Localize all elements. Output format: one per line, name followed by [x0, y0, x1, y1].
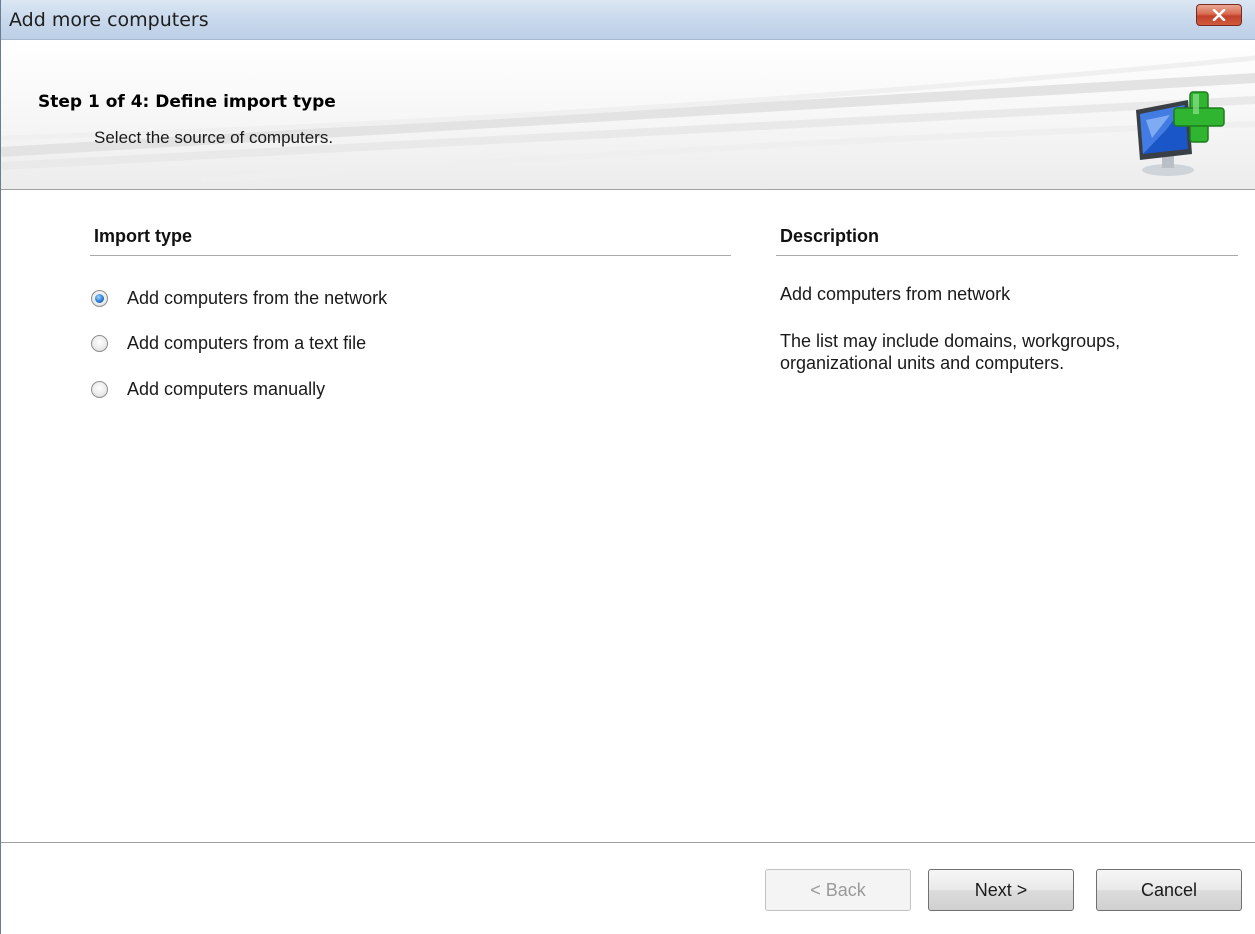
close-button[interactable] [1196, 4, 1242, 26]
window-title: Add more computers [9, 9, 209, 31]
close-x-icon [1212, 9, 1226, 21]
radio-option-manual[interactable]: Add computers manually [91, 377, 325, 401]
import-type-divider [90, 255, 731, 256]
import-type-heading: Import type [94, 226, 193, 246]
description-title: Add computers from network [780, 284, 1011, 304]
cancel-button[interactable]: Cancel [1096, 869, 1242, 911]
radio-option-text-file[interactable]: Add computers from a text file [91, 331, 366, 355]
step-subtitle: Select the source of computers. [94, 128, 334, 147]
title-bar: Add more computers [1, 0, 1255, 40]
radio-selected-dot [95, 293, 104, 303]
header-swoosh-decoration [1, 55, 1255, 183]
description-body: The list may include domains, workgroups… [780, 331, 1121, 373]
footer-divider [1, 842, 1255, 843]
radio-button-text-file[interactable] [91, 334, 108, 352]
back-button[interactable]: < Back [765, 869, 911, 911]
radio-option-network[interactable]: Add computers from the network [91, 286, 387, 310]
description-heading: Description [780, 226, 880, 246]
wizard-header: Step 1 of 4: Define import type Select t… [1, 40, 1255, 190]
next-button[interactable]: Next > [928, 869, 1074, 911]
step-title: Step 1 of 4: Define import type [38, 92, 336, 112]
radio-button-network[interactable] [91, 289, 108, 307]
radio-label-text-file[interactable]: Add computers from a text file [127, 333, 366, 354]
description-divider [776, 255, 1238, 256]
radio-button-manual[interactable] [91, 380, 108, 398]
radio-label-manual[interactable]: Add computers manually [127, 379, 325, 400]
radio-label-network[interactable]: Add computers from the network [127, 288, 387, 309]
wizard-window: Add more computers Step 1 of 4: Define i… [0, 0, 1255, 934]
monitor-add-icon [1136, 91, 1225, 176]
